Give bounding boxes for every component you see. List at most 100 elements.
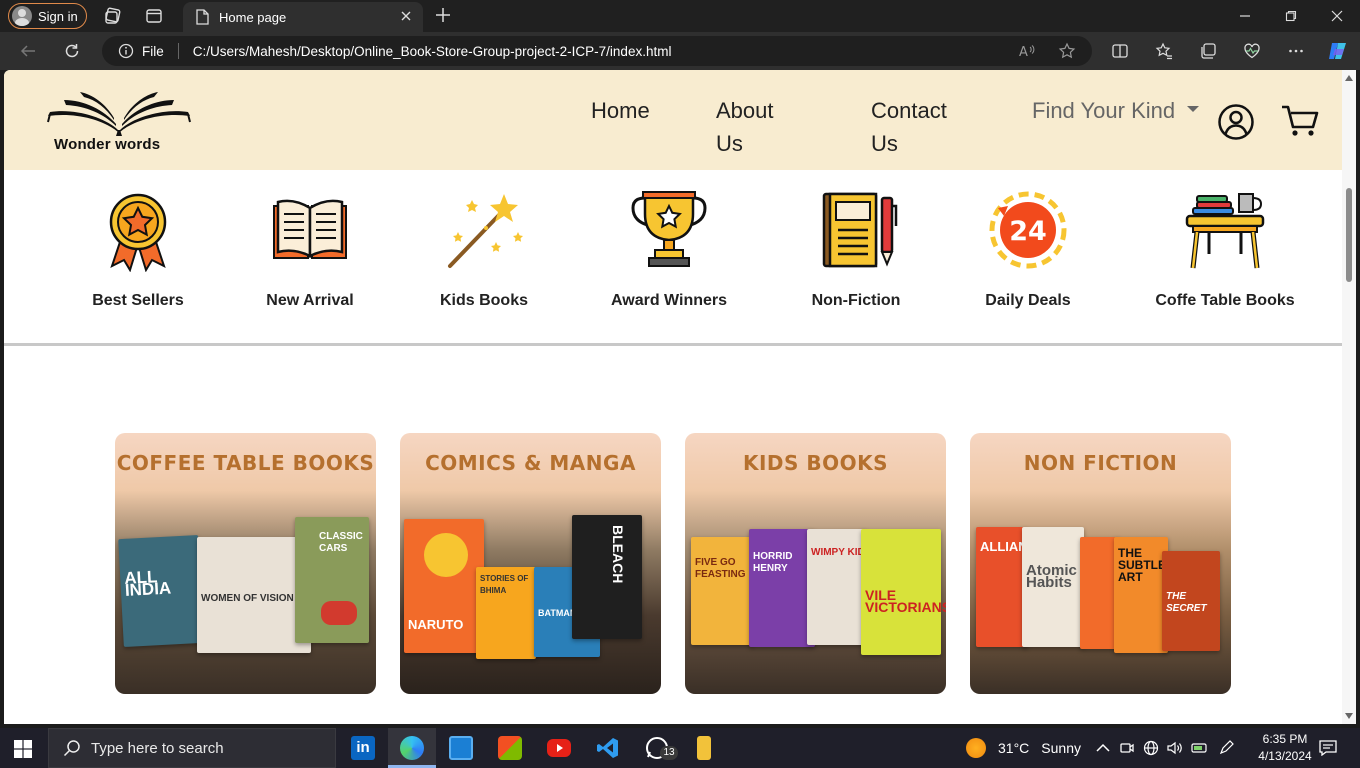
shopping-cart-icon[interactable] [1281, 104, 1319, 143]
clock-date: 4/13/2024 [1258, 749, 1312, 763]
restore-icon[interactable] [1282, 7, 1300, 25]
category-label: New Arrival [266, 292, 354, 309]
edge-browser-icon[interactable] [400, 736, 424, 760]
refresh-icon[interactable] [62, 41, 82, 61]
network-globe-icon[interactable] [1143, 728, 1159, 768]
weather-desc: Sunny [1041, 740, 1081, 756]
microsoft-store-icon[interactable] [498, 736, 522, 760]
category-label: Kids Books [439, 292, 528, 309]
scroll-up-arrow-icon[interactable] [1345, 75, 1353, 81]
page-scrollbar[interactable] [1342, 70, 1356, 724]
close-window-icon[interactable] [1328, 7, 1346, 25]
find-your-kind-dropdown[interactable]: Find Your Kind [1032, 94, 1200, 127]
signin-label: Sign in [38, 8, 78, 24]
volume-icon[interactable] [1166, 728, 1184, 768]
nav-contact-link[interactable]: Contact Us [871, 94, 947, 160]
profile-signin-button[interactable]: Sign in [8, 3, 87, 29]
trophy-icon [631, 191, 707, 267]
scroll-down-arrow-icon[interactable] [1345, 713, 1353, 719]
tab-actions-icon[interactable] [144, 6, 164, 26]
category-new-arrival[interactable]: New Arrival [260, 188, 360, 310]
youtube-icon[interactable] [547, 739, 571, 757]
favorites-icon[interactable] [1154, 41, 1174, 61]
profile-avatar-icon [12, 6, 32, 26]
address-bar[interactable]: File C:/Users/Mahesh/Desktop/Online_Book… [102, 36, 1092, 66]
scroll-thumb[interactable] [1346, 188, 1352, 282]
windows-start-icon[interactable] [14, 740, 32, 763]
show-hidden-icons-chevron-icon[interactable] [1096, 728, 1110, 768]
copilot-icon[interactable] [1326, 39, 1350, 63]
new-tab-plus-icon[interactable] [434, 6, 452, 29]
collections-icon[interactable] [1198, 41, 1218, 61]
sticky-file-icon[interactable] [697, 736, 711, 760]
site-header: Wonder words Home About Us Contact Us Fi… [4, 70, 1342, 170]
battery-icon[interactable] [1191, 728, 1209, 768]
weather-temp: 31°C [998, 740, 1030, 756]
category-award-winners[interactable]: Award Winners [604, 188, 734, 310]
card-title: COFFEE TABLE BOOKS [116, 451, 375, 475]
favorite-star-icon[interactable] [1057, 41, 1077, 61]
more-menu-icon[interactable] [1286, 41, 1306, 61]
nav-about-link[interactable]: About Us [716, 94, 774, 160]
category-label: Award Winners [610, 292, 728, 309]
category-non-fiction[interactable]: Non-Fiction [796, 188, 916, 310]
book-cover: FIVE GO FEASTING [691, 537, 753, 645]
nav-about-line1: About [716, 98, 774, 123]
tab-title: Home page [219, 9, 287, 25]
url-text: C:/Users/Mahesh/Desktop/Online_Book-Stor… [192, 43, 672, 59]
browser-toolbar: File C:/Users/Mahesh/Desktop/Online_Book… [0, 32, 1360, 70]
file-app-icon[interactable] [449, 736, 473, 760]
24-hours-icon: 24 [989, 191, 1067, 269]
user-account-icon[interactable] [1217, 103, 1255, 146]
card-title: KIDS BOOKS [742, 451, 889, 475]
meet-now-icon[interactable] [1120, 728, 1134, 768]
weather-widget[interactable]: 31°C Sunny [966, 728, 1081, 768]
category-daily-deals[interactable]: 24 Daily Deals [978, 188, 1078, 310]
ribbon-medal-icon [109, 193, 167, 272]
brand-name: Wonder words [54, 136, 161, 153]
open-book-logo-icon [47, 92, 191, 136]
car-photo [321, 601, 357, 625]
manga-character-art [424, 533, 468, 577]
page-icon [196, 9, 209, 25]
nav-home-link[interactable]: Home [591, 94, 650, 127]
read-aloud-icon[interactable]: A [1017, 41, 1037, 61]
card-title: NON FICTION [1023, 451, 1178, 475]
vscode-icon[interactable] [596, 736, 620, 760]
genre-card-non-fiction[interactable]: NON FICTION ALLIANCE Atomic Habits THE S… [970, 433, 1231, 694]
genre-card-comics-manga[interactable]: COMICS & MANGA NARUTO STORIES OF BHIMA B… [400, 433, 661, 694]
windows-taskbar: Type here to search in 13 31°C Sunny 6:3… [0, 728, 1360, 768]
taskbar-search-box[interactable]: Type here to search [48, 728, 336, 768]
clock-time: 6:35 PM [1262, 732, 1308, 746]
notifications-icon[interactable] [1319, 728, 1337, 768]
browser-tab-bar: Sign in Home page [0, 0, 1360, 32]
url-divider [177, 43, 179, 59]
browser-essentials-icon[interactable] [1242, 41, 1262, 61]
info-icon[interactable] [118, 43, 134, 59]
category-label: Best Sellers [92, 292, 184, 309]
book-cover: STORIES OF BHIMA [476, 567, 536, 659]
category-coffee-table-books[interactable]: Coffe Table Books [1150, 188, 1300, 310]
category-best-sellers[interactable]: Best Sellers [88, 188, 188, 310]
split-screen-icon[interactable] [1110, 41, 1130, 61]
linkedin-icon[interactable]: in [351, 736, 375, 760]
nav-about-line2: Us [716, 131, 743, 156]
genre-card-coffee-table[interactable]: COFFEE TABLE BOOKS ALL INDIA WOMEN OF VI… [115, 433, 376, 694]
close-tab-icon[interactable] [399, 9, 413, 26]
back-arrow-icon[interactable] [18, 41, 38, 61]
book-cover: THE SECRET [1162, 551, 1220, 651]
pen-workspace-icon[interactable] [1218, 728, 1234, 768]
page-viewport: Wonder words Home About Us Contact Us Fi… [4, 70, 1356, 724]
nav-contact-line1: Contact [871, 98, 947, 123]
minimize-icon[interactable] [1236, 7, 1254, 25]
open-book-icon [273, 199, 347, 259]
whatsapp-badge: 13 [660, 746, 678, 760]
category-strip: Best Sellers New Arrival Kids Books Awar… [4, 170, 1342, 346]
system-clock[interactable]: 6:35 PM 4/13/2024 [1245, 731, 1325, 765]
tab-home-page[interactable]: Home page [183, 2, 423, 32]
category-kids-books[interactable]: Kids Books [434, 188, 534, 310]
book-cover: THE SUBTLE ART [1114, 537, 1168, 653]
workspaces-icon[interactable] [103, 6, 123, 26]
book-cover: ALLIANCE [976, 527, 1046, 647]
genre-card-kids-books[interactable]: KIDS BOOKS FIVE GO FEASTING HORRID HENRY… [685, 433, 946, 694]
